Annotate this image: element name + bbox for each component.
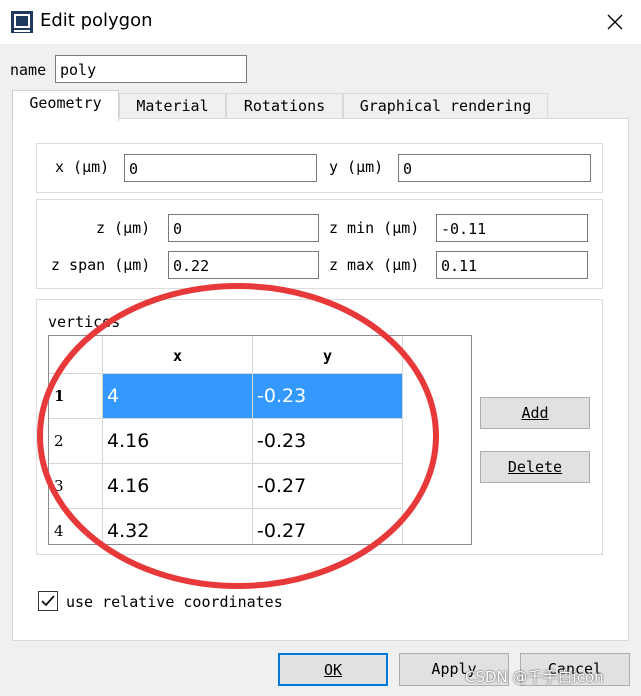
title-bar: Edit polygon bbox=[0, 0, 641, 44]
add-vertex-button[interactable]: Add bbox=[480, 397, 590, 429]
row-header[interactable]: 3 bbox=[49, 464, 103, 509]
z-label: z (μm) bbox=[96, 219, 151, 237]
x-field[interactable]: 0 bbox=[124, 154, 317, 182]
delete-vertex-button[interactable]: Delete bbox=[480, 451, 590, 483]
z-max-label: z max (μm) bbox=[329, 256, 420, 274]
row-header[interactable]: 4 bbox=[49, 509, 103, 544]
z-min-label: z min (μm) bbox=[329, 219, 420, 237]
tab-rotations[interactable]: Rotations bbox=[226, 93, 343, 119]
vertices-label: vertices bbox=[48, 313, 121, 331]
z-span-label: z span (μm) bbox=[51, 256, 151, 274]
row-header[interactable]: 1 bbox=[49, 374, 103, 419]
relative-coordinates-label: use relative coordinates bbox=[66, 593, 283, 611]
table-cell-x[interactable]: 4 bbox=[103, 374, 253, 419]
window-title: Edit polygon bbox=[40, 10, 153, 31]
tab-geometry[interactable]: Geometry bbox=[12, 90, 119, 121]
y-label: y (μm) bbox=[329, 158, 384, 176]
table-cell-y[interactable]: -0.23 bbox=[253, 419, 403, 464]
y-field[interactable]: 0 bbox=[398, 154, 591, 182]
z-span-field[interactable]: 0.22 bbox=[168, 251, 319, 279]
table-cell-y[interactable]: -0.27 bbox=[253, 509, 403, 544]
tab-material[interactable]: Material bbox=[119, 93, 226, 119]
ok-button[interactable]: OK bbox=[278, 653, 388, 686]
close-button[interactable] bbox=[598, 6, 632, 38]
z-max-field[interactable]: 0.11 bbox=[436, 251, 588, 279]
z-field[interactable]: 0 bbox=[168, 214, 319, 242]
x-label: x (μm) bbox=[55, 158, 110, 176]
relative-coordinates-checkbox[interactable] bbox=[38, 591, 58, 611]
table-cell-y[interactable]: -0.23 bbox=[253, 374, 403, 419]
row-header[interactable]: 2 bbox=[49, 419, 103, 464]
checkmark-icon bbox=[41, 595, 55, 607]
z-min-field[interactable]: -0.11 bbox=[436, 214, 588, 242]
table-corner bbox=[49, 336, 103, 374]
table-cell-x[interactable]: 4.16 bbox=[103, 464, 253, 509]
close-icon bbox=[607, 14, 623, 30]
ok-button-label: OK bbox=[323, 661, 343, 679]
delete-button-label: Delete bbox=[507, 458, 563, 476]
tab-graphical-rendering[interactable]: Graphical rendering bbox=[343, 93, 548, 119]
add-button-label: Add bbox=[521, 404, 549, 422]
app-window-icon bbox=[11, 11, 33, 33]
name-label: name bbox=[10, 61, 47, 79]
column-header-x[interactable]: x bbox=[103, 336, 253, 374]
watermark: CSDN @千手白icon bbox=[465, 668, 604, 686]
table-cell-x[interactable]: 4.32 bbox=[103, 509, 253, 544]
table-cell-x[interactable]: 4.16 bbox=[103, 419, 253, 464]
vertices-table: x y 1 4 -0.23 2 4.16 -0.23 3 4.16 -0.27 … bbox=[48, 335, 472, 545]
column-header-y[interactable]: y bbox=[253, 336, 403, 374]
table-cell-y[interactable]: -0.27 bbox=[253, 464, 403, 509]
name-field[interactable]: poly bbox=[55, 55, 247, 83]
